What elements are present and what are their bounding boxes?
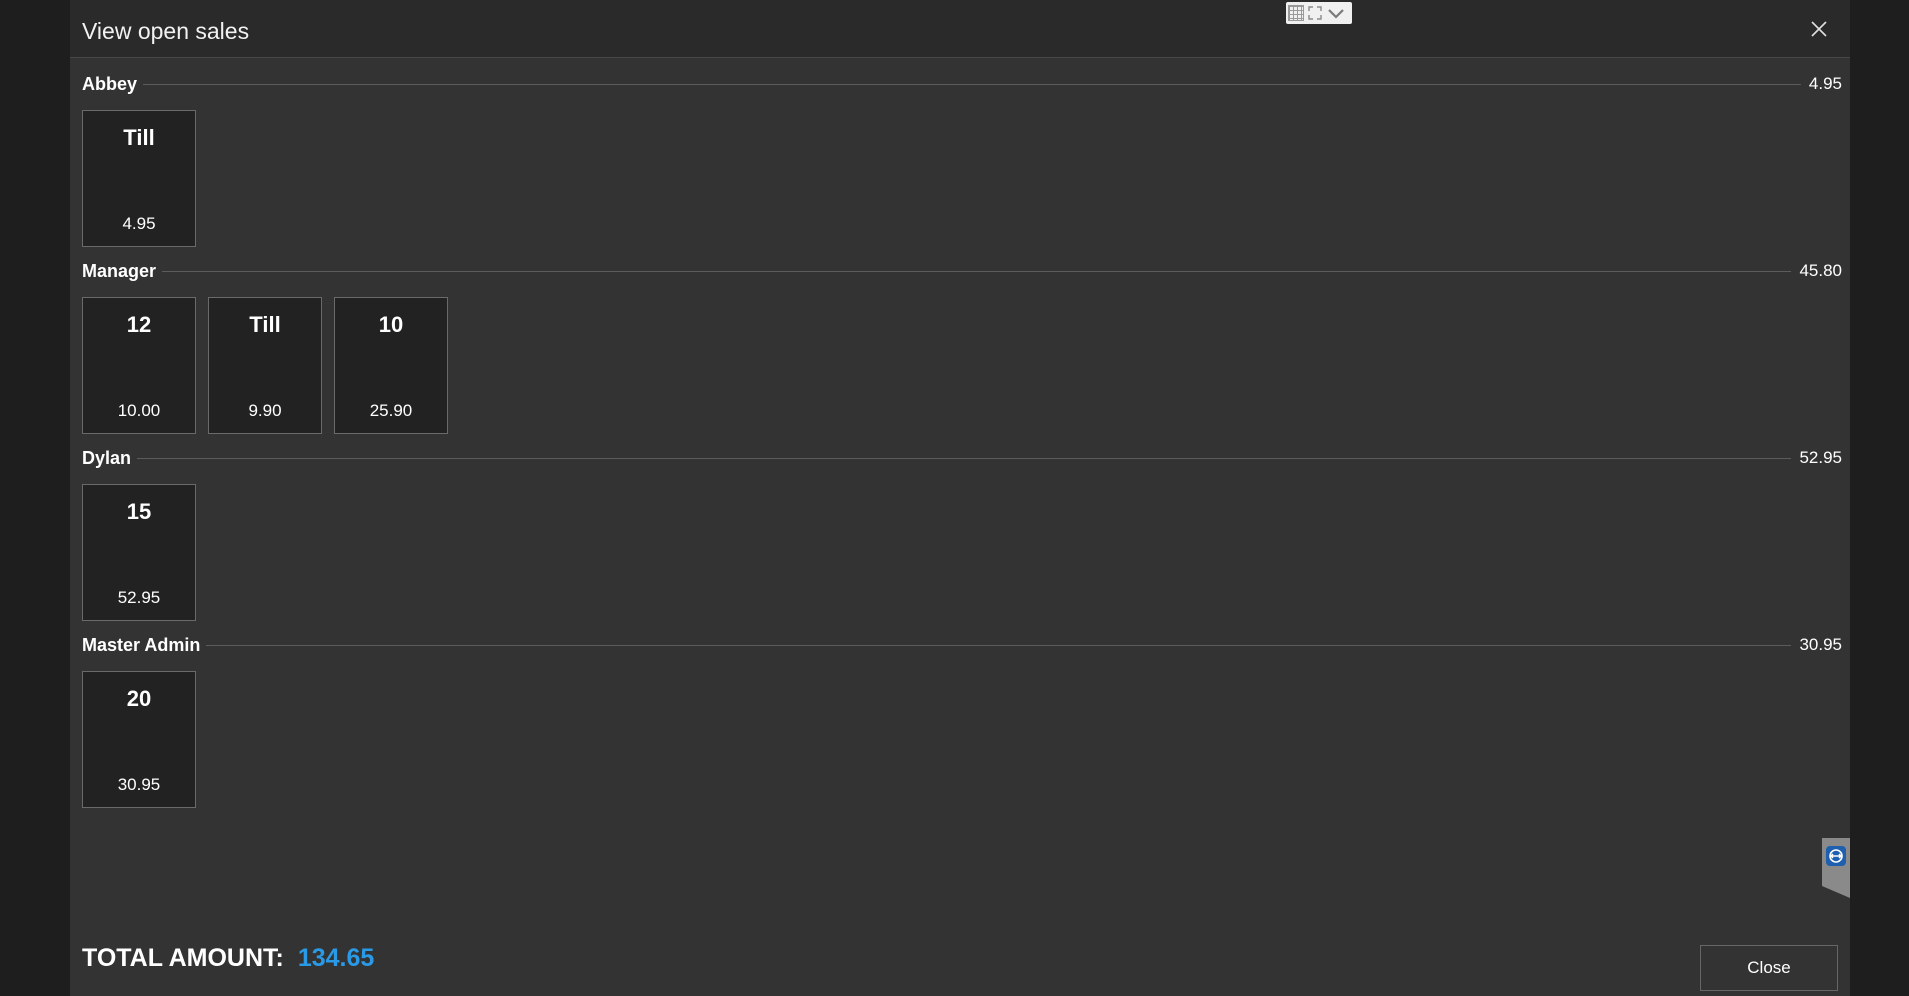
group-name: Abbey <box>82 73 138 94</box>
total-amount: TOTAL AMOUNT: 134.65 <box>82 944 374 973</box>
sale-tile-name: Till <box>123 125 155 150</box>
grid-icon[interactable] <box>1288 5 1304 21</box>
group-name: Dylan <box>82 447 132 468</box>
sale-tile-name: 20 <box>126 686 152 711</box>
group-total: 52.95 <box>1799 448 1842 467</box>
sale-tile[interactable]: 12 10.00 <box>82 297 196 434</box>
screen: View open sales Abbey 4.95 Till 4.95 Manager… <box>0 0 1909 996</box>
sale-tile-amount: 52.95 <box>117 588 161 607</box>
remote-session-icon <box>1826 846 1846 866</box>
sales-group: Dylan 52.95 15 52.95 <box>82 432 1842 621</box>
total-amount-label: TOTAL AMOUNT: <box>82 944 284 972</box>
dialog-titlebar: View open sales <box>70 0 1850 58</box>
sale-tile[interactable]: Till 4.95 <box>82 110 196 247</box>
group-name: Manager <box>82 260 157 281</box>
sale-tile[interactable]: 15 52.95 <box>82 484 196 621</box>
group-divider <box>162 270 1792 272</box>
sale-tile-amount: 10.00 <box>117 401 161 420</box>
group-divider <box>143 83 1801 85</box>
sale-tiles: 20 30.95 <box>82 671 1842 808</box>
sales-group: Abbey 4.95 Till 4.95 <box>82 58 1842 247</box>
sale-tile-name: 12 <box>126 312 152 337</box>
sale-tile-name: 15 <box>126 499 152 524</box>
sale-tile-amount: 4.95 <box>122 214 156 233</box>
window-widget[interactable] <box>1286 2 1352 24</box>
sales-groups: Abbey 4.95 Till 4.95 Manager 45.80 12 10.00 Till… <box>82 58 1842 808</box>
close-icon[interactable] <box>1806 16 1832 42</box>
group-divider <box>206 644 1792 646</box>
sale-tile-name: Till <box>249 312 281 337</box>
sale-tile-name: 10 <box>378 312 404 337</box>
total-amount-value: 134.65 <box>297 944 375 972</box>
group-header: Master Admin 30.95 <box>82 619 1842 671</box>
sale-tiles: Till 4.95 <box>82 110 1842 247</box>
group-header: Manager 45.80 <box>82 245 1842 297</box>
sale-tile-amount: 9.90 <box>248 401 282 420</box>
group-header: Abbey 4.95 <box>82 58 1842 110</box>
group-total: 4.95 <box>1808 74 1842 93</box>
group-header: Dylan 52.95 <box>82 432 1842 484</box>
sale-tile-amount: 25.90 <box>369 401 413 420</box>
sale-tiles: 15 52.95 <box>82 484 1842 621</box>
group-total: 30.95 <box>1799 635 1842 654</box>
sale-tile[interactable]: 20 30.95 <box>82 671 196 808</box>
sales-group: Manager 45.80 12 10.00 Till 9.90 10 25.90 <box>82 245 1842 434</box>
expand-icon[interactable] <box>1307 5 1323 21</box>
close-button[interactable]: Close <box>1700 945 1838 991</box>
group-total: 45.80 <box>1799 261 1842 280</box>
dialog-title: View open sales <box>82 18 250 44</box>
group-name: Master Admin <box>82 634 201 655</box>
sale-tile-amount: 30.95 <box>117 775 161 794</box>
open-sales-dialog: View open sales Abbey 4.95 Till 4.95 Manager… <box>70 0 1850 996</box>
chevron-down-icon[interactable] <box>1326 5 1346 21</box>
group-divider <box>137 457 1792 459</box>
sale-tile[interactable]: 10 25.90 <box>334 297 448 434</box>
sales-group: Master Admin 30.95 20 30.95 <box>82 619 1842 808</box>
sale-tiles: 12 10.00 Till 9.90 10 25.90 <box>82 297 1842 434</box>
sale-tile[interactable]: Till 9.90 <box>208 297 322 434</box>
